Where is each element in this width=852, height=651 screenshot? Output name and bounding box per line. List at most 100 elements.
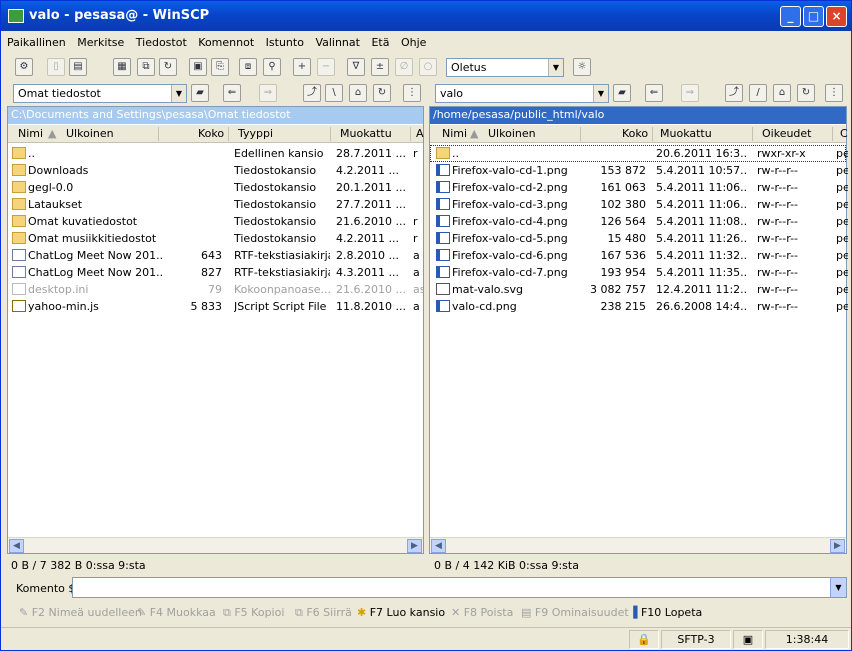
close-button[interactable]: × — [826, 6, 847, 27]
f10-quit-button[interactable]: ▐ F10 Lopeta — [629, 606, 702, 619]
maximize-button[interactable]: □ — [803, 6, 824, 27]
invert-icon[interactable]: ± — [371, 58, 389, 76]
col-ext[interactable]: Ulkoinen — [488, 127, 536, 140]
tree-icon[interactable]: ⋮ — [825, 84, 843, 102]
scroll-left-icon[interactable]: ◀ — [431, 539, 446, 553]
transfer-settings-icon[interactable]: ☼ — [573, 58, 591, 76]
chevron-down-icon[interactable]: ▼ — [830, 578, 846, 597]
table-row[interactable]: Firefox-valo-cd-5.png 15 480 5.4.2011 11:2… — [430, 230, 848, 247]
left-location-select[interactable]: Omat tiedostot ▼ — [13, 84, 187, 103]
col-owner[interactable]: C — [840, 127, 848, 140]
table-row[interactable]: Lataukset Tiedostokansio 27.7.2011 ... — [8, 196, 423, 213]
f2-rename-button[interactable]: ✎ F2 Nimeä uudelleen — [19, 606, 142, 619]
tree-icon[interactable]: ⋮ — [403, 84, 421, 102]
f4-edit-button[interactable]: ✎ F4 Muokkaa — [137, 606, 216, 619]
parent-dir-icon[interactable]: ⤴ — [725, 84, 743, 102]
col-modified[interactable]: Muokattu — [660, 127, 712, 140]
table-row[interactable]: .. Edellinen kansio 28.7.2011 ... r — [8, 145, 423, 162]
title-bar[interactable]: valo - pesasa@ - WinSCP _ □ × — [1, 1, 851, 31]
table-row[interactable]: mat-valo.svg 3 082 757 12.4.2011 11:2... rw… — [430, 281, 848, 298]
table-row[interactable]: Firefox-valo-cd-1.png 153 872 5.4.2011 10:… — [430, 162, 848, 179]
table-row[interactable]: ChatLog Meet Now 201... 643 RTF-tekstiasia… — [8, 247, 423, 264]
table-row[interactable]: gegl-0.0 Tiedostokansio 20.1.2011 ... — [8, 179, 423, 196]
gear-icon[interactable]: ⚙ — [15, 58, 33, 76]
preset-select[interactable]: Oletus ▼ — [446, 58, 564, 77]
back-icon[interactable]: ⇐ — [645, 84, 663, 102]
table-row[interactable]: Firefox-valo-cd-3.png 102 380 5.4.2011 11:… — [430, 196, 848, 213]
menu-ohje[interactable]: Ohje — [397, 34, 430, 51]
f9-properties-button[interactable]: ▤ F9 Ominaisuudet — [521, 606, 629, 619]
home-icon[interactable]: ⌂ — [349, 84, 367, 102]
f8-delete-button[interactable]: ✕ F8 Poista — [451, 606, 513, 619]
local-file-panel[interactable]: C:\Documents and Settings\pesasa\Omat ti… — [7, 106, 425, 554]
col-attr[interactable]: A — [416, 127, 424, 140]
restore-icon[interactable]: ○ — [419, 58, 437, 76]
table-row[interactable]: valo-cd.png 238 215 26.6.2008 14:4... rw-r-… — [430, 298, 848, 315]
menu-eta[interactable]: Etä — [367, 34, 393, 51]
open-session-icon[interactable]: ⧉ — [137, 58, 155, 76]
remote-file-panel[interactable]: /home/pesasa/public_html/valo Nimi ▲ Ulk… — [429, 106, 848, 554]
table-row[interactable]: Omat kuvatiedostot Tiedostokansio 21.6.201… — [8, 213, 423, 230]
scroll-right-icon[interactable]: ▶ — [407, 539, 422, 553]
col-rights[interactable]: Oikeudet — [762, 127, 812, 140]
parent-dir-icon[interactable]: ⤴ — [303, 84, 321, 102]
terminal-icon[interactable]: ▣ — [189, 58, 207, 76]
menu-istunto[interactable]: Istunto — [262, 34, 308, 51]
col-name[interactable]: Nimi — [442, 127, 467, 140]
forward-icon[interactable]: ⇒ — [259, 84, 277, 102]
menu-valinnat[interactable]: Valinnat — [311, 34, 364, 51]
col-size[interactable]: Koko — [622, 127, 648, 140]
f7-create-folder-button[interactable]: ✱ F7 Luo kansio — [357, 606, 445, 619]
menu-komennot[interactable]: Komennot — [194, 34, 258, 51]
col-name[interactable]: Nimi — [18, 127, 43, 140]
scroll-left-icon[interactable]: ◀ — [9, 539, 24, 553]
table-row[interactable]: Firefox-valo-cd-7.png 193 954 5.4.2011 11:… — [430, 264, 848, 281]
command-input[interactable]: ▼ — [72, 577, 847, 598]
unselect-icon[interactable]: − — [317, 58, 335, 76]
table-row[interactable]: Omat musiikkitiedostot Tiedostokansio 4.2.… — [8, 230, 423, 247]
home-icon[interactable]: ⌂ — [773, 84, 791, 102]
f5-copy-button[interactable]: ⧉ F5 Kopioi — [223, 606, 284, 620]
root-dir-icon[interactable]: / — [749, 84, 767, 102]
table-row[interactable]: Firefox-valo-cd-6.png 167 536 5.4.2011 11:… — [430, 247, 848, 264]
refresh-icon[interactable]: ↻ — [797, 84, 815, 102]
select-icon[interactable]: + — [293, 58, 311, 76]
table-row[interactable]: Firefox-valo-cd-4.png 126 564 5.4.2011 11:… — [430, 213, 848, 230]
table-row[interactable]: Firefox-valo-cd-2.png 161 063 5.4.2011 11:… — [430, 179, 848, 196]
clear-icon[interactable]: ∅ — [395, 58, 413, 76]
back-icon[interactable]: ⇐ — [223, 84, 241, 102]
f6-move-button[interactable]: ⧉ F6 Siirrä — [295, 606, 352, 620]
col-modified[interactable]: Muokattu — [340, 127, 392, 140]
putty-icon[interactable]: ⎘ — [211, 58, 229, 76]
col-type[interactable]: Tyyppi — [238, 127, 273, 140]
table-row[interactable]: ChatLog Meet Now 201... 827 RTF-tekstiasia… — [8, 264, 423, 281]
local-hscrollbar[interactable]: ◀ ▶ — [8, 537, 423, 553]
col-size[interactable]: Koko — [198, 127, 224, 140]
table-row[interactable]: .. 20.6.2011 16:3... rwxr-xr-x pe — [430, 145, 848, 162]
col-ext[interactable]: Ulkoinen — [66, 127, 114, 140]
open-folder-icon[interactable]: ▰ — [613, 84, 631, 102]
open-folder-icon[interactable]: ▰ — [191, 84, 209, 102]
filter-icon[interactable]: ∇ — [347, 58, 365, 76]
compare-icon[interactable]: ▯ — [47, 58, 65, 76]
find-icon[interactable]: ⚲ — [263, 58, 281, 76]
table-row[interactable]: desktop.ini 79 Kokoonpanoase... 21.6.2010 .… — [8, 281, 425, 298]
remote-hscrollbar[interactable]: ◀ ▶ — [430, 537, 846, 553]
table-row[interactable]: Downloads Tiedostokansio 4.2.2011 ... — [8, 162, 423, 179]
queue-icon[interactable]: ▦ — [113, 58, 131, 76]
menu-paikallinen[interactable]: Paikallinen — [3, 34, 70, 51]
sessions-icon[interactable]: ⧈ — [239, 58, 257, 76]
refresh-icon[interactable]: ↻ — [373, 84, 391, 102]
refresh-icon[interactable]: ↻ — [159, 58, 177, 76]
right-location-select[interactable]: valo ▼ — [435, 84, 609, 103]
table-row[interactable]: yahoo-min.js 5 833 JScript Script File 11.8… — [8, 298, 423, 315]
file-type: Tiedostokansio — [234, 164, 317, 177]
synchronize-icon[interactable]: ▤ — [69, 58, 87, 76]
root-dir-icon[interactable]: \ — [325, 84, 343, 102]
menu-merkitse[interactable]: Merkitse — [73, 34, 128, 51]
scroll-right-icon[interactable]: ▶ — [830, 539, 845, 553]
forward-icon[interactable]: ⇒ — [681, 84, 699, 102]
minimize-button[interactable]: _ — [780, 6, 801, 27]
file-name: Firefox-valo-cd-5.png — [452, 232, 568, 245]
menu-tiedostot[interactable]: Tiedostot — [132, 34, 191, 51]
